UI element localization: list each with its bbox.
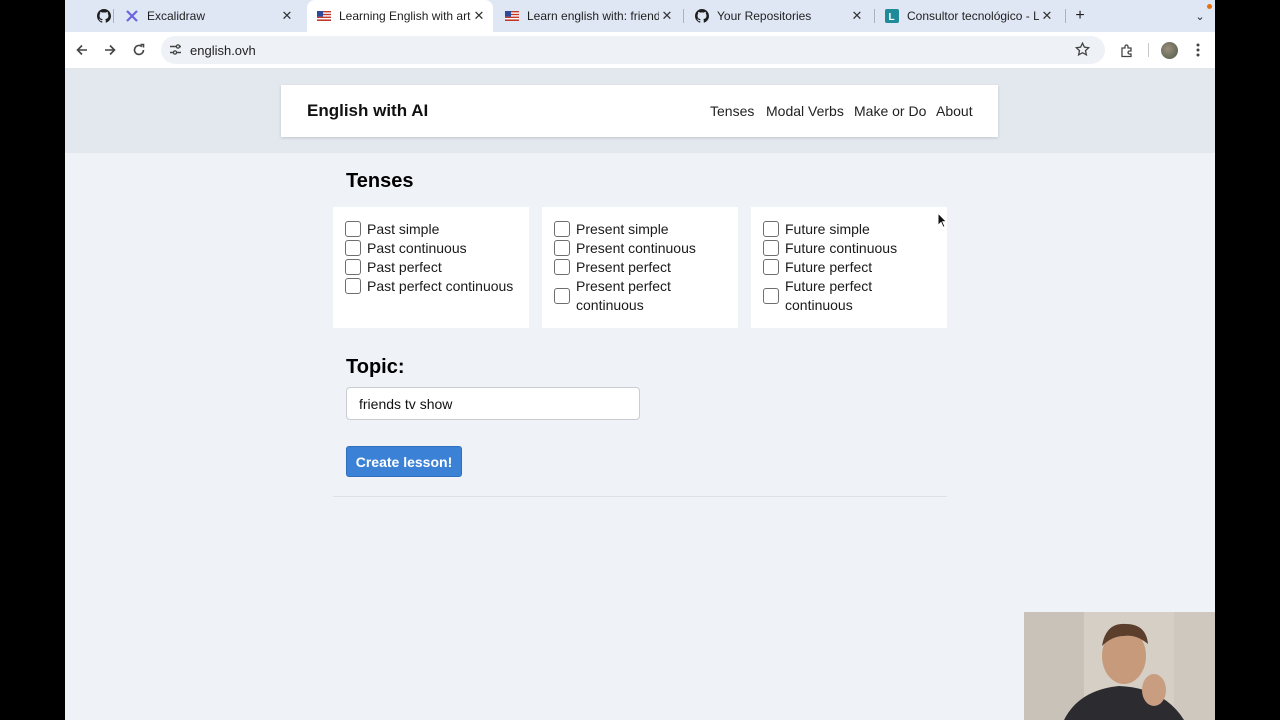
linkedin-l-icon: L — [885, 9, 899, 23]
checkbox[interactable] — [345, 221, 361, 237]
divider — [333, 496, 947, 497]
tense-label: Future continuous — [785, 240, 898, 256]
nav-link-about[interactable]: About — [936, 103, 973, 119]
tense-option[interactable]: Future perfect continuous — [763, 277, 915, 315]
tense-option[interactable]: Past simple — [345, 221, 439, 237]
tense-option[interactable]: Future continuous — [763, 240, 897, 256]
close-icon[interactable]: ✕ — [659, 8, 675, 24]
github-icon — [695, 9, 709, 23]
tense-option[interactable]: Past perfect continuous — [345, 278, 513, 294]
checkbox[interactable] — [345, 259, 361, 275]
tab-title: Learn english with: friends tv — [527, 9, 659, 23]
close-icon[interactable]: ✕ — [1039, 8, 1055, 24]
tense-group-past: Past simple Past continuous Past perfect… — [333, 207, 529, 328]
checkbox[interactable] — [763, 240, 779, 256]
checkbox[interactable] — [554, 259, 570, 275]
tense-option[interactable]: Past continuous — [345, 240, 467, 256]
browser-toolbar: english.ovh — [65, 32, 1215, 68]
mouse-cursor-icon — [937, 211, 948, 233]
checkbox[interactable] — [554, 288, 570, 304]
tense-label: Future perfect continuous — [785, 278, 873, 313]
tense-option[interactable]: Present continuous — [554, 240, 696, 256]
tab-learn-english-friends[interactable]: Learn english with: friends tv ✕ — [495, 0, 681, 32]
tab-title: Consultor tecnológico - Luis — [907, 9, 1039, 23]
webcam-overlay — [1024, 612, 1215, 720]
checkbox[interactable] — [763, 259, 779, 275]
nav-link-tenses[interactable]: Tenses — [710, 103, 754, 119]
kebab-menu-icon[interactable] — [1186, 38, 1210, 62]
tense-label: Present perfect continuous — [576, 278, 671, 313]
forward-arrow-icon[interactable] — [98, 38, 122, 62]
tab-excalidraw[interactable]: Excalidraw ✕ — [115, 0, 301, 32]
topic-heading: Topic: — [346, 356, 405, 378]
checkbox[interactable] — [554, 240, 570, 256]
tense-option[interactable]: Future perfect — [763, 259, 872, 275]
back-arrow-icon[interactable] — [70, 38, 94, 62]
topic-input[interactable] — [346, 387, 640, 420]
update-dot — [1207, 4, 1212, 9]
tense-label: Present perfect — [576, 259, 671, 275]
tenses-heading: Tenses — [346, 170, 414, 192]
nav-link-make-or-do[interactable]: Make or Do — [854, 103, 926, 119]
tense-label: Present simple — [576, 221, 669, 237]
tense-option[interactable]: Future simple — [763, 221, 870, 237]
bookmark-star-icon[interactable] — [1074, 41, 1091, 62]
tab-title: Excalidraw — [147, 9, 206, 23]
github-icon — [97, 9, 111, 23]
address-bar[interactable]: english.ovh — [161, 36, 1105, 64]
tense-label: Future simple — [785, 221, 870, 237]
checkbox[interactable] — [763, 288, 779, 304]
tense-label: Past perfect continuous — [367, 278, 514, 294]
checkbox[interactable] — [345, 240, 361, 256]
tab-title: Your Repositories — [717, 9, 812, 23]
tense-label: Present continuous — [576, 240, 696, 256]
close-icon[interactable]: ✕ — [279, 8, 295, 24]
excalidraw-icon — [125, 9, 139, 23]
close-icon[interactable]: ✕ — [849, 8, 865, 24]
tense-option[interactable]: Present perfect — [554, 259, 671, 275]
tense-label: Past perfect — [367, 259, 442, 275]
checkbox[interactable] — [554, 221, 570, 237]
tab-learning-english[interactable]: Learning English with artificia ✕ — [307, 0, 493, 32]
checkbox[interactable] — [763, 221, 779, 237]
reload-icon[interactable] — [127, 38, 151, 62]
svg-text:L: L — [889, 12, 895, 23]
tab-your-repositories[interactable]: Your Repositories ✕ — [685, 0, 871, 32]
tense-label: Past continuous — [367, 240, 467, 256]
tense-group-future: Future simple Future continuous Future p… — [751, 207, 947, 328]
tab-title: Learning English with artificia — [339, 9, 471, 23]
tense-label: Past simple — [367, 221, 440, 237]
tab-strip: Excalidraw ✕ Learning English with artif… — [65, 0, 1215, 32]
extensions-puzzle-icon[interactable] — [1115, 38, 1139, 62]
us-flag-icon — [505, 9, 519, 23]
checkbox[interactable] — [345, 278, 361, 294]
us-flag-icon — [317, 9, 331, 23]
site-brand[interactable]: English with AI — [307, 101, 428, 121]
profile-avatar[interactable] — [1157, 38, 1181, 62]
site-navbar: English with AI Tenses Modal Verbs Make … — [281, 85, 998, 137]
nav-link-modal-verbs[interactable]: Modal Verbs — [766, 103, 844, 119]
tense-option[interactable]: Present simple — [554, 221, 669, 237]
new-tab-button[interactable]: + — [1069, 0, 1091, 32]
create-lesson-button[interactable]: Create lesson! — [346, 446, 462, 477]
tab-consultor[interactable]: L Consultor tecnológico - Luis ✕ — [875, 0, 1061, 32]
close-icon[interactable]: ✕ — [471, 8, 487, 24]
url-text: english.ovh — [190, 43, 256, 58]
tense-option[interactable]: Past perfect — [345, 259, 442, 275]
tense-label: Future perfect — [785, 259, 873, 275]
site-settings-icon[interactable] — [169, 43, 182, 61]
tense-option[interactable]: Present perfect continuous — [554, 277, 706, 315]
tense-group-present: Present simple Present continuous Presen… — [542, 207, 738, 328]
